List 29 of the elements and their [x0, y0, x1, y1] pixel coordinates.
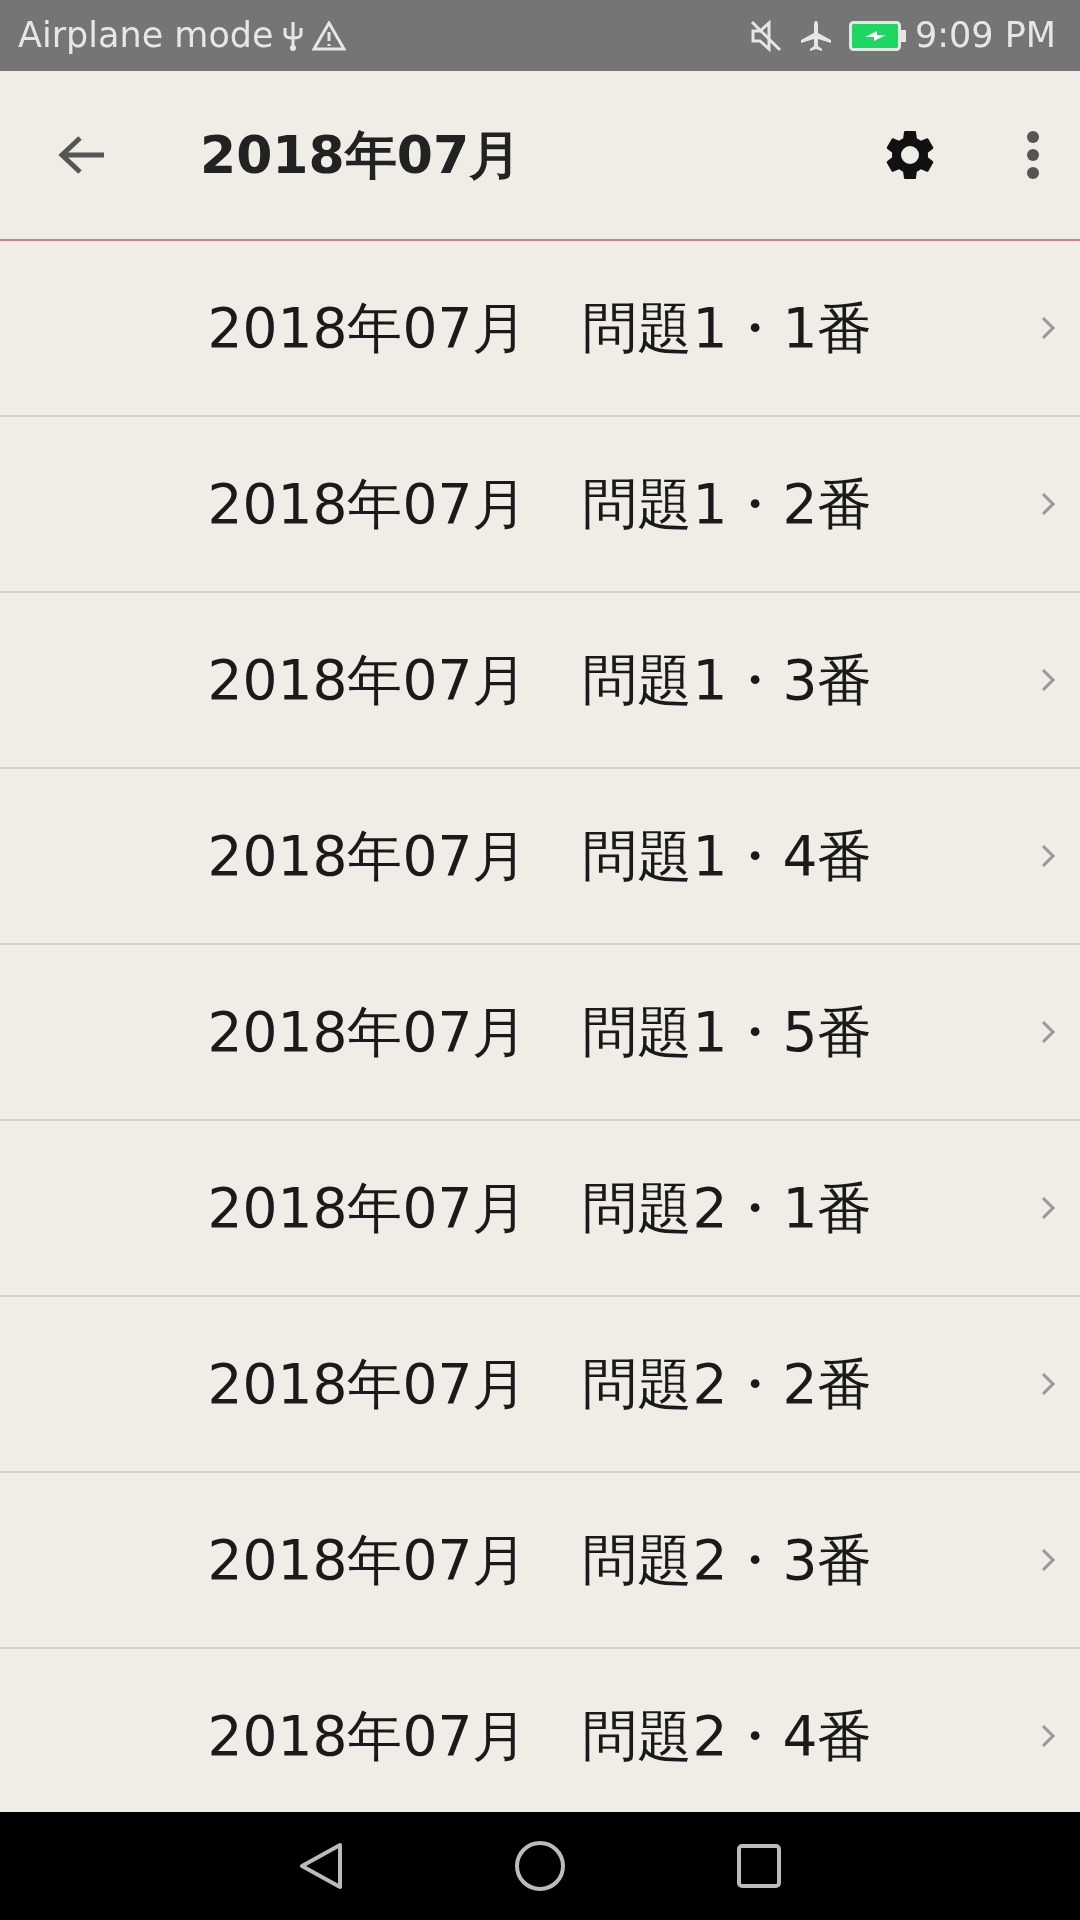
- list-item[interactable]: 2018年07月 問題2・2番: [0, 1297, 1080, 1473]
- mute-icon: [748, 18, 783, 53]
- chevron-icon: [1040, 667, 1056, 693]
- chevron-icon: [1040, 1723, 1056, 1749]
- chevron-icon: [1040, 491, 1056, 517]
- list-item[interactable]: 2018年07月 問題1・2番: [0, 417, 1080, 593]
- chevron-icon: [1040, 1019, 1056, 1045]
- status-text: Airplane mode: [18, 14, 274, 58]
- airplane-icon: [798, 18, 833, 53]
- list-item[interactable]: 2018年07月 問題1・5番: [0, 945, 1080, 1121]
- home-nav-button[interactable]: [514, 1840, 566, 1892]
- list-item[interactable]: 2018年07月 問題1・3番: [0, 593, 1080, 769]
- chevron-icon: [1040, 1547, 1056, 1573]
- screen-title: 2018年07月: [200, 124, 522, 187]
- chevron-icon: [1040, 315, 1056, 341]
- list-item[interactable]: 2018年07月 問題1・1番: [0, 241, 1080, 417]
- chevron-icon: [1040, 1371, 1056, 1397]
- list-item[interactable]: 2018年07月 問題2・3番: [0, 1473, 1080, 1649]
- chevron-icon: [1040, 1195, 1056, 1221]
- warning-icon: [311, 20, 346, 51]
- chevron-icon: [1040, 843, 1056, 869]
- recents-nav-button[interactable]: [736, 1843, 782, 1889]
- more-options-button[interactable]: [1026, 130, 1040, 180]
- back-nav-button[interactable]: [298, 1841, 344, 1891]
- battery-icon: [848, 20, 907, 51]
- usb-icon: [281, 19, 304, 52]
- clock-time: 9:09 PM: [914, 14, 1056, 58]
- list-item[interactable]: 2018年07月 問題2・1番: [0, 1121, 1080, 1297]
- list-item[interactable]: 2018年07月 問題1・4番: [0, 769, 1080, 945]
